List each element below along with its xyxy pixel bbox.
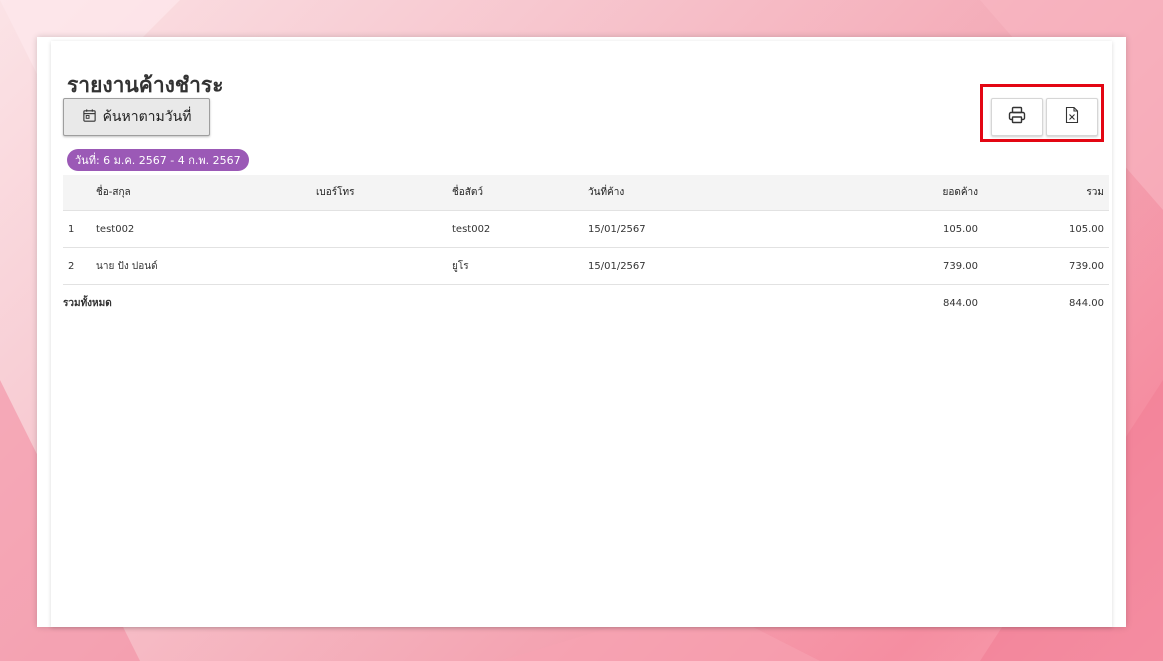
- header-pet-name: ชื่อสัตว์: [447, 175, 583, 211]
- row-owed: 105.00: [883, 210, 983, 248]
- table-header-row: ชื่อ-สกุล เบอร์โทร ชื่อสัตว์ วันที่ค้าง …: [63, 175, 1109, 211]
- row-index: 2: [63, 247, 91, 285]
- header-amount-owed: ยอดค้าง: [883, 175, 983, 211]
- search-by-date-button[interactable]: ค้นหาตามวันที่: [63, 98, 210, 136]
- total-label: รวมทั้งหมด: [63, 284, 883, 321]
- report-panel: รายงานค้างชำระ ค้นหาตามวันที่ วันที่: 6 …: [51, 41, 1112, 627]
- table-row: 2 นาย ปัง ปอนด์ ยูโร 15/01/2567 739.00 7…: [63, 247, 1109, 285]
- header-index: [63, 175, 91, 211]
- row-name: test002: [91, 210, 311, 248]
- row-total: 739.00: [983, 247, 1109, 285]
- row-name: นาย ปัง ปอนด์: [91, 247, 311, 285]
- row-date: 15/01/2567: [583, 247, 883, 285]
- row-pet: test002: [447, 210, 583, 248]
- table-total-row: รวมทั้งหมด 844.00 844.00: [63, 284, 1109, 321]
- overdue-report-table: ชื่อ-สกุล เบอร์โทร ชื่อสัตว์ วันที่ค้าง …: [63, 175, 1109, 321]
- excel-file-icon: [1064, 106, 1080, 128]
- calendar-icon: [82, 108, 97, 127]
- header-phone: เบอร์โทร: [311, 175, 447, 211]
- print-button[interactable]: [991, 98, 1043, 136]
- row-phone: [311, 247, 447, 285]
- header-total: รวม: [983, 175, 1109, 211]
- export-excel-button[interactable]: [1046, 98, 1098, 136]
- printer-icon: [1007, 105, 1027, 129]
- row-phone: [311, 210, 447, 248]
- search-by-date-label: ค้นหาตามวันที่: [102, 109, 192, 125]
- row-owed: 739.00: [883, 247, 983, 285]
- row-pet: ยูโร: [447, 247, 583, 285]
- row-date: 15/01/2567: [583, 210, 883, 248]
- header-name: ชื่อ-สกุล: [91, 175, 311, 211]
- row-total: 105.00: [983, 210, 1109, 248]
- row-index: 1: [63, 210, 91, 248]
- grand-total: 844.00: [983, 284, 1109, 321]
- total-owed: 844.00: [883, 284, 983, 321]
- header-overdue-date: วันที่ค้าง: [583, 175, 883, 211]
- date-range-badge: วันที่: 6 ม.ค. 2567 - 4 ก.พ. 2567: [67, 149, 249, 171]
- report-card: รายงานค้างชำระ ค้นหาตามวันที่ วันที่: 6 …: [37, 37, 1126, 627]
- table-row: 1 test002 test002 15/01/2567 105.00 105.…: [63, 210, 1109, 248]
